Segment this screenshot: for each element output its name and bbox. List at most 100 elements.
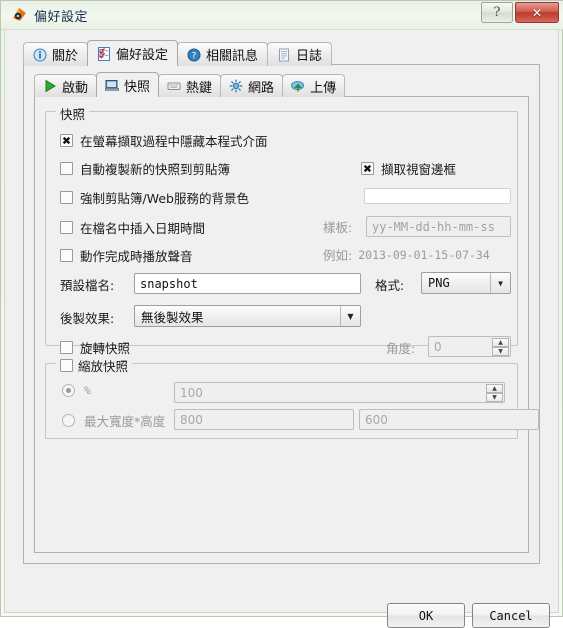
- snapshot-group: 快照 在螢幕擷取過程中隱藏本程式介面 自動複製新的快照到剪貼簿 擷取: [45, 104, 518, 357]
- percent-input[interactable]: 100 ▲ ▼: [174, 382, 505, 403]
- capture-border-row[interactable]: 擷取視窗邊框: [361, 159, 456, 178]
- subtab-startup-label: 啟動: [62, 80, 89, 96]
- effect-label-row: 後製效果:: [60, 308, 114, 327]
- title-bar: 偏好設定 ? ✕: [1, 1, 563, 30]
- subtab-upload-label: 上傳: [310, 80, 337, 96]
- tab-about-label: 關於: [52, 49, 79, 64]
- ok-button[interactable]: OK: [387, 603, 465, 628]
- close-icon: ✕: [531, 5, 543, 20]
- subtab-network[interactable]: 網路: [220, 74, 284, 97]
- template-input[interactable]: yy-MM-dd-hh-mm-ss: [366, 216, 511, 237]
- percent-radio-row[interactable]: %: [62, 384, 91, 397]
- tab-log[interactable]: 日誌: [267, 42, 333, 66]
- subtab-snapshot[interactable]: 快照: [96, 72, 160, 97]
- close-button[interactable]: ✕: [515, 2, 559, 23]
- checklist-icon: [97, 46, 111, 61]
- tab-about[interactable]: 關於: [23, 42, 89, 66]
- auto-copy-checkbox[interactable]: [60, 162, 73, 175]
- subtab-upload[interactable]: 上傳: [282, 74, 346, 97]
- scale-group: 縮放快照 % 100 ▲ ▼ 最大寬度*高度 800 600: [45, 356, 539, 439]
- hide-ui-row[interactable]: 在螢幕擷取過程中隱藏本程式介面: [60, 131, 268, 150]
- tab-info[interactable]: ? 相關訊息: [177, 42, 269, 66]
- rotate-checkbox[interactable]: [60, 341, 73, 354]
- subtab-hotkey-label: 熱鍵: [186, 80, 213, 96]
- auto-copy-row[interactable]: 自動複製新的快照到剪貼簿: [60, 159, 230, 178]
- help-icon: ?: [187, 48, 201, 62]
- play-sound-label: 動作完成時播放聲音: [80, 249, 193, 264]
- percent-value: 100: [180, 385, 203, 400]
- filename-label: 預設檔名:: [60, 278, 115, 293]
- play-sound-row[interactable]: 動作完成時播放聲音: [60, 246, 193, 265]
- example-row: 例如: 2013-09-01-15-07-34: [323, 245, 490, 264]
- rotate-row[interactable]: 旋轉快照: [60, 338, 130, 357]
- force-bg-row[interactable]: 強制剪貼簿/Web服務的背景色: [60, 188, 249, 207]
- capture-border-label: 擷取視窗邊框: [381, 162, 457, 177]
- hide-ui-label: 在螢幕擷取過程中隱藏本程式介面: [80, 134, 268, 149]
- info-icon: [33, 48, 47, 62]
- angle-input[interactable]: 0 ▲ ▼: [428, 336, 511, 357]
- hide-ui-checkbox[interactable]: [60, 134, 73, 147]
- effect-label: 後製效果:: [60, 311, 115, 326]
- chevron-down-icon: ▼: [490, 273, 510, 293]
- help-icon: ?: [493, 5, 501, 20]
- play-icon: [43, 79, 57, 93]
- format-label: 格式:: [375, 278, 405, 293]
- max-height-input[interactable]: 600: [359, 409, 539, 430]
- network-icon: [229, 79, 243, 93]
- filename-input[interactable]: snapshot: [134, 273, 361, 294]
- scale-group-title: 縮放快照: [78, 359, 129, 374]
- insert-datetime-checkbox[interactable]: [60, 221, 73, 234]
- window-content: 關於 偏好設定 ? 相關訊息 日誌 啟動 快照 熱鍵 網路 上傳 快照 ✖ 在螢…: [5, 30, 558, 628]
- tab-preferences[interactable]: 偏好設定: [87, 40, 179, 66]
- scale-group-title-wrap[interactable]: 縮放快照: [56, 356, 133, 375]
- insert-datetime-label: 在檔名中插入日期時間: [80, 221, 206, 236]
- maxsize-radio-label: 最大寬度*高度: [84, 414, 166, 429]
- format-label-row: 格式:: [375, 275, 404, 294]
- percent-radio-label: %: [84, 384, 91, 397]
- subtab-hotkey[interactable]: 熱鍵: [158, 74, 222, 97]
- chevron-down-icon-effect: ▼: [340, 306, 360, 326]
- snapshot-icon: [105, 78, 120, 92]
- angle-spin-up[interactable]: ▲: [492, 338, 509, 347]
- background-color-swatch[interactable]: [364, 188, 511, 204]
- preferences-panel: 啟動 快照 熱鍵 網路 上傳 快照 ✖ 在螢幕擷取過程中隱藏本程式介面 自動複製…: [23, 64, 540, 564]
- svg-text:?: ?: [192, 51, 197, 61]
- maxsize-radio[interactable]: [62, 414, 75, 427]
- tab-info-label: 相關訊息: [206, 49, 259, 64]
- snapshot-settings-panel: 快照 在螢幕擷取過程中隱藏本程式介面 自動複製新的快照到剪貼簿 擷取: [34, 96, 539, 553]
- example-label: 例如:: [323, 248, 353, 263]
- subtab-network-label: 網路: [248, 80, 275, 96]
- effect-select[interactable]: 無後製效果 ▼: [134, 305, 361, 327]
- subtab-startup[interactable]: 啟動: [34, 74, 98, 97]
- tab-log-label: 日誌: [296, 49, 323, 64]
- play-sound-checkbox[interactable]: [60, 249, 73, 262]
- angle-spinner[interactable]: ▲ ▼: [492, 338, 509, 356]
- insert-datetime-row[interactable]: 在檔名中插入日期時間: [60, 218, 205, 237]
- auto-copy-label: 自動複製新的快照到剪貼簿: [80, 162, 231, 177]
- tab-preferences-label: 偏好設定: [116, 48, 169, 63]
- percent-spin-down[interactable]: ▼: [486, 393, 503, 402]
- angle-label-row: 角度:: [386, 338, 415, 357]
- percent-radio[interactable]: [62, 384, 75, 397]
- max-width-input[interactable]: 800: [174, 409, 354, 430]
- help-button[interactable]: ?: [481, 2, 513, 23]
- maxsize-radio-row[interactable]: 最大寬度*高度: [62, 411, 165, 430]
- window-title: 偏好設定: [34, 10, 89, 25]
- percent-spinner[interactable]: ▲ ▼: [486, 384, 503, 402]
- capture-border-checkbox[interactable]: [361, 162, 374, 175]
- format-select[interactable]: PNG ▼: [421, 272, 511, 294]
- hotkey-icon: [167, 79, 181, 93]
- main-tabs: 關於 偏好設定 ? 相關訊息 日誌: [23, 40, 333, 66]
- scale-enable-checkbox[interactable]: [60, 359, 73, 372]
- force-bg-label: 強制剪貼簿/Web服務的背景色: [80, 191, 249, 206]
- force-bg-checkbox[interactable]: [60, 191, 73, 204]
- angle-label: 角度:: [386, 341, 416, 356]
- angle-spin-down[interactable]: ▼: [492, 347, 509, 356]
- cancel-button[interactable]: Cancel: [472, 603, 550, 628]
- angle-value: 0: [434, 339, 442, 354]
- template-label: 樣板:: [323, 220, 353, 235]
- percent-spin-up[interactable]: ▲: [486, 384, 503, 393]
- preference-subtabs: 啟動 快照 熱鍵 網路 上傳: [34, 72, 346, 97]
- preferences-window: 偏好設定 ? ✕ 關於 偏好設定 ? 相關訊息 日誌 啟動 快照 熱鍵 網路 上…: [0, 0, 563, 628]
- app-icon: [11, 6, 28, 23]
